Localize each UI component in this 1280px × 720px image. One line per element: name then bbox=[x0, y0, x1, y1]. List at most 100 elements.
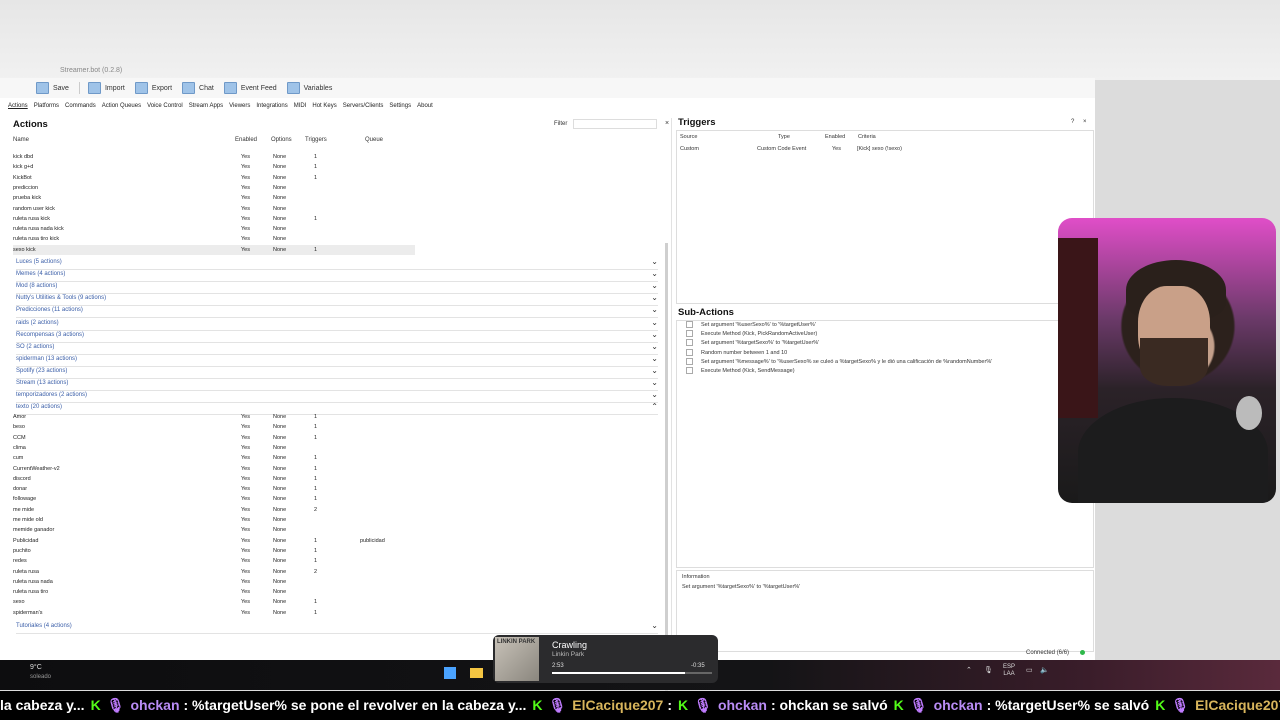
table-row[interactable]: beso Yes None 1 bbox=[13, 422, 415, 432]
trigger-source[interactable]: Custom bbox=[680, 146, 699, 152]
subaction-checkbox[interactable] bbox=[686, 330, 693, 338]
table-row[interactable]: clima Yes None bbox=[13, 443, 415, 453]
table-row[interactable]: ruleta rusa tiro Yes None bbox=[13, 587, 415, 597]
action-group-header[interactable]: Luces (5 actions) ⌄ bbox=[16, 257, 658, 270]
table-row[interactable]: kick g+d Yes None 1 bbox=[13, 162, 415, 172]
tab-platforms[interactable]: Platforms bbox=[34, 103, 59, 109]
action-group-header[interactable]: Predicciones (11 actions) ⌄ bbox=[16, 305, 658, 319]
chevron-down-icon[interactable]: ⌄ bbox=[651, 281, 658, 290]
action-group-header[interactable]: Tutoriales (4 actions) ⌄ bbox=[16, 621, 658, 634]
table-row[interactable]: cum Yes None 1 bbox=[13, 453, 415, 463]
subaction-item[interactable]: Execute Method (Kick, SendMessage) bbox=[686, 367, 795, 374]
tab-servers-clients[interactable]: Servers/Clients bbox=[343, 103, 384, 109]
toolbar-chat-button[interactable]: Chat bbox=[182, 82, 214, 94]
subaction-checkbox[interactable] bbox=[686, 367, 693, 374]
table-row[interactable]: prueba kick Yes None bbox=[13, 193, 415, 203]
action-group-header[interactable]: temporizadores (2 actions) ⌄ bbox=[16, 390, 658, 404]
subaction-item[interactable]: Random number between 1 and 10 bbox=[686, 348, 787, 356]
weather-desc[interactable]: soleado bbox=[30, 674, 51, 680]
chevron-down-icon[interactable]: ⌄ bbox=[651, 269, 658, 278]
tab-action-queues[interactable]: Action Queues bbox=[102, 103, 141, 109]
table-row[interactable]: me mide old Yes None bbox=[13, 515, 415, 525]
tab-settings[interactable]: Settings bbox=[389, 103, 411, 109]
table-row[interactable]: memide ganador Yes None bbox=[13, 525, 415, 535]
table-row[interactable]: ruleta rusa kick Yes None 1 bbox=[13, 214, 415, 224]
action-group-header[interactable]: SO (2 actions) ⌄ bbox=[16, 342, 658, 355]
tab-midi[interactable]: MIDI bbox=[294, 103, 307, 109]
chevron-down-icon[interactable]: ⌄ bbox=[651, 318, 658, 327]
table-row[interactable]: random user kick Yes None bbox=[13, 204, 415, 214]
weather-temp[interactable]: 9°C bbox=[30, 664, 42, 671]
trigger-enabled[interactable]: Yes bbox=[832, 146, 841, 152]
actions-scrollbar[interactable] bbox=[665, 243, 668, 703]
table-row[interactable]: CCM Yes None 1 bbox=[13, 433, 415, 443]
tab-stream-apps[interactable]: Stream Apps bbox=[189, 103, 223, 109]
table-row[interactable]: redes Yes None 1 bbox=[13, 556, 415, 566]
trig-col-criteria[interactable]: Criteria bbox=[858, 134, 876, 140]
col-triggers[interactable]: Triggers bbox=[305, 137, 327, 143]
subaction-checkbox[interactable] bbox=[686, 357, 693, 365]
subaction-item[interactable]: Set argument '%message%' to '%userSexo% … bbox=[686, 357, 992, 365]
col-queue[interactable]: Queue bbox=[365, 137, 383, 143]
close-panel-button[interactable]: × bbox=[1083, 119, 1087, 125]
action-group-header[interactable]: Mod (8 actions) ⌄ bbox=[16, 281, 658, 295]
action-group-header[interactable]: Memes (4 actions) ⌄ bbox=[16, 269, 658, 283]
pane-divider[interactable] bbox=[671, 118, 672, 662]
subaction-checkbox[interactable] bbox=[686, 348, 693, 356]
tab-about[interactable]: About bbox=[417, 103, 433, 109]
tab-commands[interactable]: Commands bbox=[65, 103, 96, 109]
trigger-criteria[interactable]: [Kick] sexo (!sexo) bbox=[857, 146, 902, 152]
action-group-header[interactable]: Stream (13 actions) ⌄ bbox=[16, 378, 658, 391]
table-row[interactable]: prediccion Yes None bbox=[13, 183, 415, 193]
input-language[interactable]: ESP LAA bbox=[1003, 664, 1015, 678]
table-row[interactable]: spiderman's Yes None 1 bbox=[13, 608, 415, 618]
toolbar-variables-button[interactable]: Variables bbox=[286, 82, 332, 94]
table-row[interactable]: ruleta rusa Yes None 2 bbox=[13, 567, 415, 577]
tab-actions[interactable]: Actions bbox=[8, 103, 28, 109]
tab-viewers[interactable]: Viewers bbox=[229, 103, 250, 109]
table-row[interactable]: Publicidad Yes None 1 publicidad bbox=[13, 536, 415, 546]
table-row[interactable]: donar Yes None 1 bbox=[13, 484, 415, 494]
toolbar-export-button[interactable]: Export bbox=[134, 82, 172, 94]
table-row[interactable]: puchito Yes None 1 bbox=[13, 546, 415, 556]
action-group-header[interactable]: Recompensas (3 actions) ⌄ bbox=[16, 330, 658, 343]
tab-hot-keys[interactable]: Hot Keys bbox=[312, 103, 336, 109]
trig-col-type[interactable]: Type bbox=[778, 134, 790, 140]
table-row[interactable]: sexo Yes None 1 bbox=[13, 597, 415, 607]
table-row[interactable]: ruleta rusa nada kick Yes None bbox=[13, 224, 415, 234]
action-group-header[interactable]: spiderman (13 actions) ⌄ bbox=[16, 354, 658, 367]
subaction-checkbox[interactable] bbox=[686, 339, 693, 347]
tray-chevron-up-icon[interactable]: ⌃ bbox=[966, 666, 972, 674]
clear-filter-button[interactable]: × bbox=[665, 120, 669, 127]
table-row[interactable]: ruleta rusa nada Yes None bbox=[13, 577, 415, 587]
volume-icon[interactable]: 🔈 bbox=[1040, 666, 1049, 674]
chevron-down-icon[interactable]: ⌄ bbox=[651, 257, 658, 266]
toolbar-import-button[interactable]: Import bbox=[87, 82, 125, 94]
subaction-item[interactable]: Set argument '%userSexo%' to '%targetUse… bbox=[686, 321, 816, 328]
table-row[interactable]: sexo kick Yes None 1 bbox=[13, 244, 415, 255]
table-row[interactable]: discord Yes None 1 bbox=[13, 474, 415, 484]
file-explorer-icon[interactable] bbox=[470, 668, 483, 678]
col-enabled[interactable]: Enabled bbox=[235, 137, 257, 143]
chevron-down-icon[interactable]: ⌄ bbox=[651, 354, 658, 363]
chevron-down-icon[interactable]: ⌄ bbox=[651, 305, 658, 314]
trig-col-enabled[interactable]: Enabled bbox=[825, 134, 845, 140]
chevron-down-icon[interactable]: ⌄ bbox=[651, 621, 658, 630]
table-row[interactable]: followage Yes None 1 bbox=[13, 494, 415, 504]
col-name[interactable]: Name bbox=[13, 137, 29, 143]
subaction-item[interactable]: Execute Method (Kick, PickRandomActiveUs… bbox=[686, 330, 817, 338]
table-row[interactable]: Amor Yes None 1 bbox=[13, 412, 415, 422]
action-group-header[interactable]: Spotify (23 actions) ⌄ bbox=[16, 366, 658, 379]
trigger-type[interactable]: Custom Code Event bbox=[757, 146, 806, 152]
chevron-down-icon[interactable]: ⌄ bbox=[651, 390, 658, 399]
action-group-header[interactable]: raids (2 actions) ⌄ bbox=[16, 318, 658, 331]
chevron-down-icon[interactable]: ⌄ bbox=[651, 378, 658, 387]
chevron-down-icon[interactable]: ⌄ bbox=[651, 330, 658, 339]
subaction-checkbox[interactable] bbox=[686, 321, 693, 328]
help-button[interactable]: ? bbox=[1071, 119, 1074, 125]
chevron-up-icon[interactable]: ⌃ bbox=[651, 402, 658, 411]
toolbar-event-feed-button[interactable]: Event Feed bbox=[223, 82, 277, 94]
network-icon[interactable]: ▭ bbox=[1026, 666, 1033, 674]
col-options[interactable]: Options bbox=[271, 137, 292, 143]
chevron-down-icon[interactable]: ⌄ bbox=[651, 293, 658, 302]
